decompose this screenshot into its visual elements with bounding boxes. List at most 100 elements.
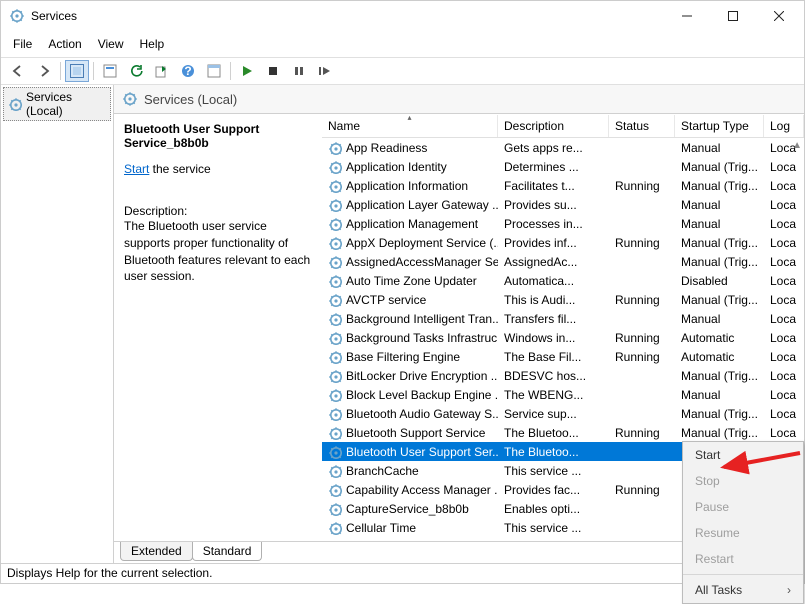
table-row[interactable]: Background Tasks Infrastruc...Windows in… bbox=[322, 328, 804, 347]
cell-startup: Manual (Trig... bbox=[675, 255, 764, 269]
cell-log: Loca bbox=[764, 255, 804, 269]
cell-desc: The Bluetoo... bbox=[498, 445, 609, 459]
pause-button[interactable] bbox=[287, 60, 311, 82]
restart-button[interactable] bbox=[313, 60, 337, 82]
cell-name: Background Intelligent Tran... bbox=[346, 312, 498, 326]
back-button[interactable] bbox=[6, 60, 30, 82]
forward-button[interactable] bbox=[32, 60, 56, 82]
play-button[interactable] bbox=[235, 60, 259, 82]
cell-log: Loca bbox=[764, 236, 804, 250]
refresh-button[interactable] bbox=[124, 60, 148, 82]
table-row[interactable]: Application Layer Gateway ...Provides su… bbox=[322, 195, 804, 214]
cell-name: Application Management bbox=[346, 217, 478, 231]
cell-name: Application Information bbox=[346, 179, 468, 193]
app-icon bbox=[9, 8, 25, 24]
cell-desc: The Base Fil... bbox=[498, 350, 609, 364]
cell-log: Loca bbox=[764, 350, 804, 364]
table-row[interactable]: Block Level Backup Engine ...The WBENG..… bbox=[322, 385, 804, 404]
cell-startup: Manual (Trig... bbox=[675, 407, 764, 421]
cell-startup: Manual bbox=[675, 312, 764, 326]
menu-action[interactable]: Action bbox=[40, 33, 89, 55]
cell-startup: Manual bbox=[675, 198, 764, 212]
menu-file[interactable]: File bbox=[5, 33, 40, 55]
cell-name: Cellular Time bbox=[346, 521, 416, 535]
properties-button[interactable] bbox=[98, 60, 122, 82]
cell-status: Running bbox=[609, 293, 675, 307]
column-startup[interactable]: Startup Type bbox=[675, 115, 764, 137]
list-header-bar: Services (Local) bbox=[114, 85, 804, 114]
minimize-button[interactable] bbox=[664, 1, 710, 31]
start-link[interactable]: Start bbox=[124, 162, 149, 176]
column-name[interactable]: ▴Name bbox=[322, 115, 498, 137]
cell-name: Background Tasks Infrastruc... bbox=[346, 331, 498, 345]
cell-desc: Facilitates t... bbox=[498, 179, 609, 193]
show-hide-tree-button[interactable] bbox=[65, 60, 89, 82]
gear-icon bbox=[328, 179, 342, 193]
gear-icon bbox=[328, 426, 342, 440]
table-row[interactable]: Bluetooth Audio Gateway S...Service sup.… bbox=[322, 404, 804, 423]
gear-icon bbox=[8, 97, 22, 111]
gear-icon bbox=[328, 350, 342, 364]
cell-status: Running bbox=[609, 331, 675, 345]
table-row[interactable]: AssignedAccessManager Se...AssignedAc...… bbox=[322, 252, 804, 271]
stop-button[interactable] bbox=[261, 60, 285, 82]
export-button[interactable] bbox=[150, 60, 174, 82]
table-row[interactable]: Application ManagementProcesses in...Man… bbox=[322, 214, 804, 233]
svg-text:?: ? bbox=[184, 64, 191, 78]
cell-log: Loca bbox=[764, 331, 804, 345]
gear-icon bbox=[328, 160, 342, 174]
table-row[interactable]: AVCTP serviceThis is Audi...RunningManua… bbox=[322, 290, 804, 309]
table-row[interactable]: Application InformationFacilitates t...R… bbox=[322, 176, 804, 195]
table-row[interactable]: AppX Deployment Service (...Provides inf… bbox=[322, 233, 804, 252]
menu-view[interactable]: View bbox=[90, 33, 132, 55]
menu-help[interactable]: Help bbox=[132, 33, 173, 55]
menubar: File Action View Help bbox=[1, 31, 804, 57]
column-headers: ▴Name Description Status Startup Type Lo… bbox=[322, 114, 804, 138]
close-button[interactable] bbox=[756, 1, 802, 31]
titlebar: Services bbox=[1, 1, 804, 31]
gear-icon bbox=[328, 445, 342, 459]
cell-name: AppX Deployment Service (... bbox=[346, 236, 498, 250]
cell-log: Loca bbox=[764, 426, 804, 440]
column-log[interactable]: Log bbox=[764, 115, 804, 137]
cell-log: Loca bbox=[764, 369, 804, 383]
cell-desc: Determines ... bbox=[498, 160, 609, 174]
gear-icon bbox=[328, 521, 342, 535]
menu-resume: Resume bbox=[683, 520, 803, 546]
help-button[interactable]: ? bbox=[176, 60, 200, 82]
table-row[interactable]: Background Intelligent Tran...Transfers … bbox=[322, 309, 804, 328]
cell-desc: Gets apps re... bbox=[498, 141, 609, 155]
gear-icon bbox=[328, 312, 342, 326]
cell-name: AssignedAccessManager Se... bbox=[346, 255, 498, 269]
maximize-button[interactable] bbox=[710, 1, 756, 31]
cell-startup: Manual bbox=[675, 217, 764, 231]
action-pane-button[interactable] bbox=[202, 60, 226, 82]
tab-standard[interactable]: Standard bbox=[192, 542, 263, 561]
column-description[interactable]: Description bbox=[498, 115, 609, 137]
cell-name: Auto Time Zone Updater bbox=[346, 274, 477, 288]
table-row[interactable]: Base Filtering EngineThe Base Fil...Runn… bbox=[322, 347, 804, 366]
column-status[interactable]: Status bbox=[609, 115, 675, 137]
table-row[interactable]: Bluetooth Support ServiceThe Bluetoo...R… bbox=[322, 423, 804, 442]
cell-log: Loca bbox=[764, 312, 804, 326]
annotation-arrow bbox=[712, 451, 802, 481]
table-row[interactable]: App ReadinessGets apps re...ManualLoca bbox=[322, 138, 804, 157]
table-row[interactable]: Auto Time Zone UpdaterAutomatica...Disab… bbox=[322, 271, 804, 290]
cell-desc: Automatica... bbox=[498, 274, 609, 288]
tab-extended[interactable]: Extended bbox=[120, 542, 193, 561]
cell-status: Running bbox=[609, 483, 675, 497]
table-row[interactable]: Application IdentityDetermines ...Manual… bbox=[322, 157, 804, 176]
gear-icon bbox=[328, 198, 342, 212]
window-title: Services bbox=[31, 9, 664, 23]
cell-log: Loca bbox=[764, 160, 804, 174]
table-row[interactable]: BitLocker Drive Encryption ...BDESVC hos… bbox=[322, 366, 804, 385]
tree-root-services[interactable]: Services (Local) bbox=[3, 87, 111, 121]
gear-icon bbox=[328, 236, 342, 250]
menu-all-tasks[interactable]: All Tasks bbox=[683, 577, 803, 603]
scroll-up-icon[interactable]: ▲ bbox=[792, 140, 802, 151]
cell-desc: This is Audi... bbox=[498, 293, 609, 307]
cell-desc: Service sup... bbox=[498, 407, 609, 421]
cell-desc: This service ... bbox=[498, 464, 609, 478]
cell-startup: Automatic bbox=[675, 331, 764, 345]
cell-name: App Readiness bbox=[346, 141, 427, 155]
